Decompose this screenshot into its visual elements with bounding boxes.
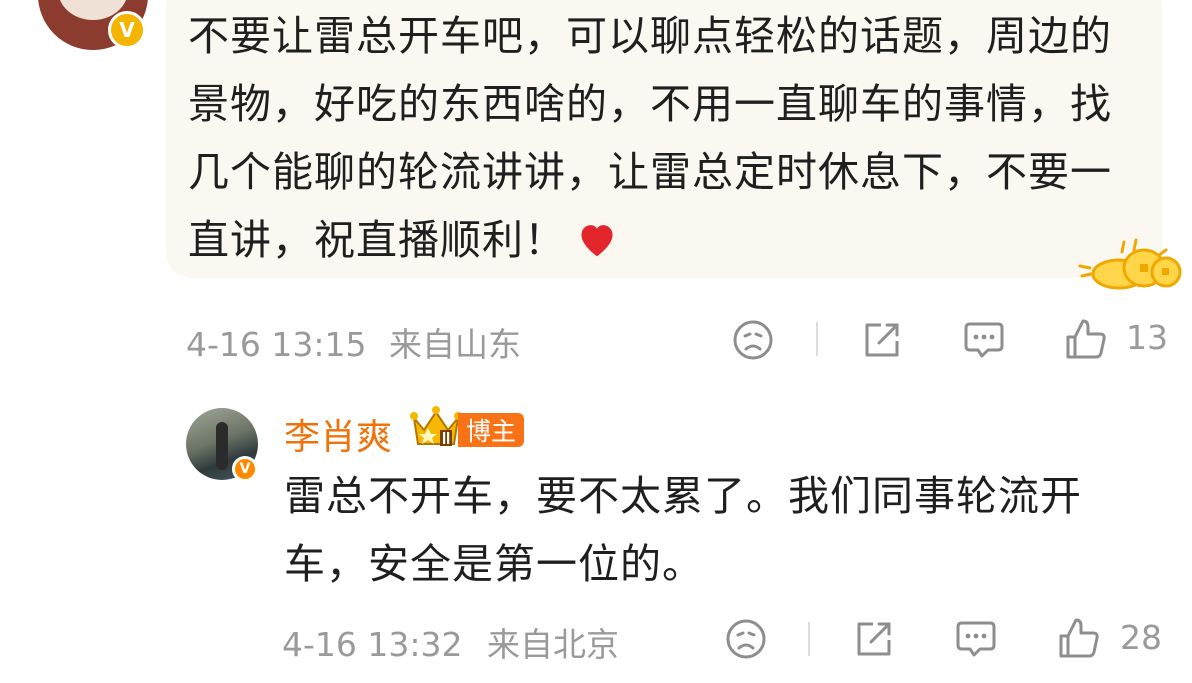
reply-location: 来自北京 [487, 625, 619, 664]
comment-location: 来自山东 [389, 325, 521, 364]
action-divider [816, 322, 818, 356]
comment-bubble-icon[interactable] [954, 618, 998, 660]
coins-icon[interactable] [1074, 236, 1184, 292]
comment-meta: 4-16 13:15 来自山东 [186, 318, 521, 366]
reply-username[interactable]: 李肖爽 [284, 408, 392, 460]
verified-badge-icon: V [108, 11, 146, 49]
action-divider [808, 622, 810, 656]
crown-level-icon[interactable] [408, 404, 464, 450]
comment-date: 4-16 13:15 [186, 325, 367, 364]
thumbs-up-icon[interactable] [1057, 616, 1101, 660]
comment-bubble-icon[interactable] [962, 319, 1006, 361]
verified-letter: V [239, 461, 251, 477]
comment-text: 不要让雷总开车吧，可以聊点轻松的话题，周边的景物，好吃的东西啥的，不用一直聊车的… [188, 2, 1148, 274]
frown-face-icon[interactable] [725, 618, 767, 660]
blogger-badge: 博主 [458, 413, 525, 447]
verified-letter: V [119, 18, 135, 42]
red-heart-emoji-icon [581, 225, 613, 257]
like-count: 13 [1126, 318, 1168, 357]
verified-badge-icon: V [232, 456, 258, 482]
thumbs-up-icon[interactable] [1064, 317, 1108, 361]
comment-body: 不要让雷总开车吧，可以聊点轻松的话题，周边的景物，好吃的东西啥的，不用一直聊车的… [188, 12, 1112, 264]
share-icon[interactable] [861, 319, 903, 361]
reply-text: 雷总不开车，要不太累了。我们同事轮流开车，安全是第一位的。 [284, 472, 1082, 588]
frown-face-icon[interactable] [732, 319, 774, 361]
reply-meta: 4-16 13:32 来自北京 [282, 618, 619, 666]
share-icon[interactable] [853, 618, 895, 660]
like-count: 28 [1120, 618, 1162, 657]
reply-date: 4-16 13:32 [282, 625, 463, 664]
